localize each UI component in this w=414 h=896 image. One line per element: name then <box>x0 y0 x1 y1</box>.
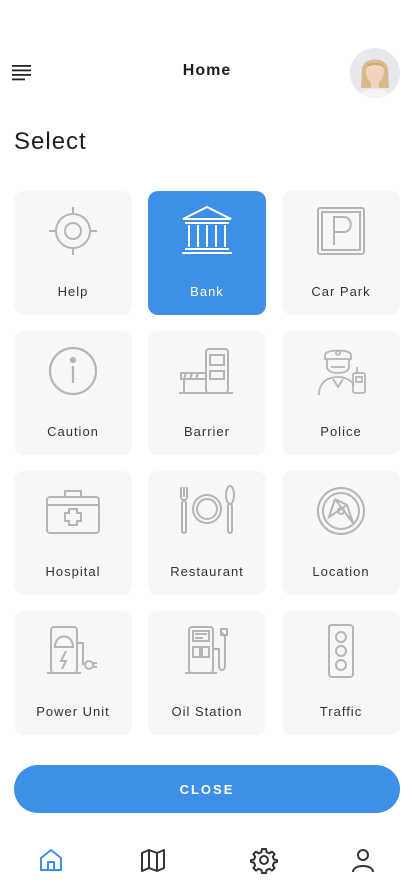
home-icon[interactable] <box>37 846 65 874</box>
user-avatar[interactable] <box>350 48 400 98</box>
tile-oil-station[interactable]: Oil Station <box>148 611 266 735</box>
bottom-tab-bar <box>0 826 414 896</box>
tile-help[interactable]: Help <box>14 191 132 315</box>
map-icon[interactable] <box>139 846 167 874</box>
tile-label: Hospital <box>45 564 101 579</box>
tile-label: Oil Station <box>171 704 243 719</box>
tile-label: Car Park <box>311 284 371 299</box>
tile-bank[interactable]: Bank <box>148 191 266 315</box>
info-icon <box>43 341 103 401</box>
fuel-pump-icon <box>177 621 237 681</box>
section-title: Select <box>14 128 87 155</box>
barrier-icon <box>177 341 237 401</box>
tile-barrier[interactable]: Barrier <box>148 331 266 455</box>
tile-label: Barrier <box>183 424 230 439</box>
category-grid: Help Bank Car Park Caution Barrier Polic… <box>14 191 400 735</box>
plate-cutlery-icon <box>177 481 237 541</box>
compass-icon <box>311 481 371 541</box>
tile-power-unit[interactable]: Power Unit <box>14 611 132 735</box>
bank-icon <box>177 201 237 261</box>
ev-charger-icon <box>43 621 103 681</box>
tile-traffic[interactable]: Traffic <box>282 611 400 735</box>
tile-label: Caution <box>47 424 99 439</box>
tile-label: Power Unit <box>36 704 110 719</box>
tile-car-park[interactable]: Car Park <box>282 191 400 315</box>
tile-location[interactable]: Location <box>282 471 400 595</box>
tile-label: Location <box>312 564 370 579</box>
crosshair-icon <box>43 201 103 261</box>
close-button[interactable]: CLOSE <box>14 765 400 813</box>
first-aid-kit-icon <box>43 481 103 541</box>
gear-icon[interactable] <box>250 846 278 874</box>
tile-hospital[interactable]: Hospital <box>14 471 132 595</box>
user-icon[interactable] <box>349 846 377 874</box>
header: Home <box>0 44 414 100</box>
tile-label: Traffic <box>319 704 363 719</box>
parking-icon <box>311 201 371 261</box>
tile-caution[interactable]: Caution <box>14 331 132 455</box>
tile-label: Police <box>320 424 362 439</box>
police-icon <box>311 341 371 401</box>
tile-police[interactable]: Police <box>282 331 400 455</box>
tile-label: Restaurant <box>170 564 244 579</box>
traffic-light-icon <box>311 621 371 681</box>
tile-restaurant[interactable]: Restaurant <box>148 471 266 595</box>
tile-label: Bank <box>190 284 224 299</box>
tile-label: Help <box>57 284 89 299</box>
